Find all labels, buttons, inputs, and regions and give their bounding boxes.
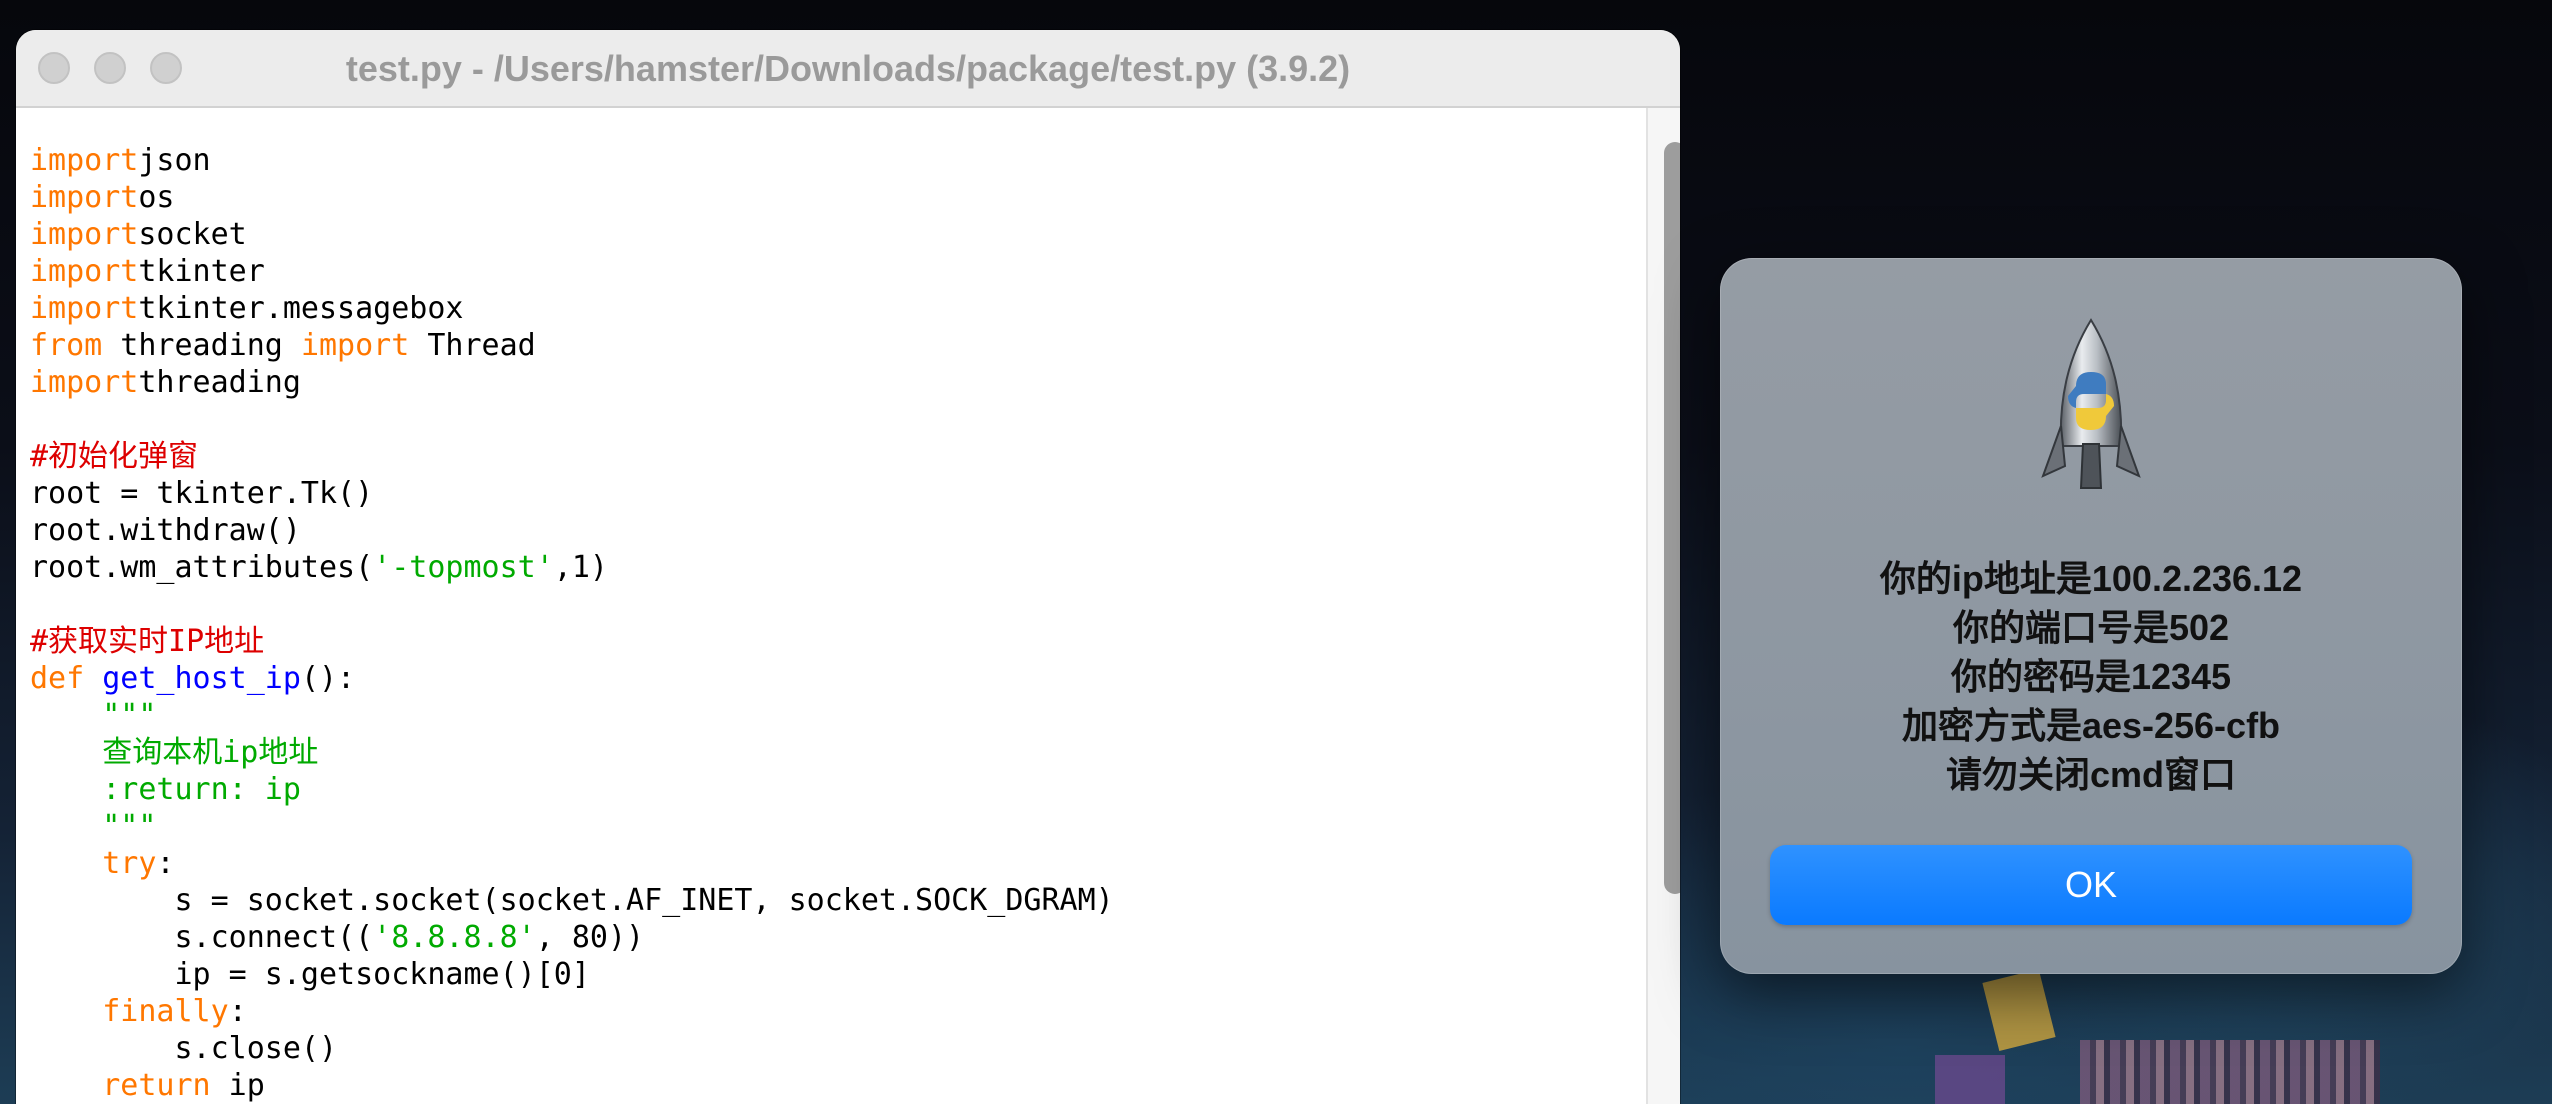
code-line: """: [30, 697, 1114, 734]
code-line: importos: [30, 179, 1114, 216]
code-token: root.wm_attributes(: [30, 550, 374, 585]
code-token: #获取实时IP地址: [30, 624, 265, 659]
code-line: importtkinter.messagebox: [30, 290, 1114, 327]
code-token: root = tkinter.Tk(): [30, 476, 374, 511]
code-editor-text-area[interactable]: importjson importos importsocket importtkin…: [16, 108, 1636, 1104]
alert-message: 你的ip地址是100.2.236.12 你的端口号是502 你的密码是12345…: [1740, 554, 2442, 799]
code-token: '-topmost': [373, 550, 554, 585]
message-line-ip: 你的ip地址是100.2.236.12: [1879, 558, 2303, 599]
code-token: def: [30, 661, 85, 696]
code-token: Thread: [409, 328, 536, 363]
code-token: #初始化弹窗: [30, 439, 199, 474]
code-token: import: [30, 180, 139, 215]
code-token: threading: [102, 328, 301, 363]
code-token: socket: [138, 217, 247, 252]
code-token: , 80)): [535, 920, 645, 955]
code-token: :return: ip: [102, 772, 301, 807]
code-line: s = socket.socket(socket.AF_INET, socket…: [30, 882, 1114, 919]
code-line: finally:: [30, 993, 1114, 1030]
code-line: try:: [30, 845, 1114, 882]
code-token: get_host_ip: [102, 661, 301, 696]
code-token: tkinter.messagebox: [138, 291, 464, 326]
code-token: root.withdraw(): [30, 513, 301, 548]
code-token: import: [30, 291, 139, 326]
idle-editor-window[interactable]: test.py - /Users/hamster/Downloads/packa…: [16, 30, 1680, 1104]
code-token: import: [30, 254, 139, 289]
code-token: threading: [138, 365, 301, 400]
code-token: import: [30, 143, 139, 178]
code-token: finally: [102, 994, 229, 1029]
code-line: def get_host_ip():: [30, 660, 1114, 697]
code-line: #初始化弹窗: [30, 438, 1114, 475]
code-line: root = tkinter.Tk(): [30, 475, 1114, 512]
code-line: s.close(): [30, 1030, 1114, 1067]
wallpaper-bookshelf: [2080, 1040, 2380, 1104]
code-line: importtkinter: [30, 253, 1114, 290]
code-token: :: [156, 846, 175, 881]
ok-button[interactable]: OK: [1770, 845, 2412, 925]
window-title: test.py - /Users/hamster/Downloads/packa…: [345, 48, 1351, 89]
code-token: s = socket.socket(socket.AF_INET, socket…: [30, 883, 1114, 918]
code-token: return: [102, 1068, 211, 1103]
code-token: ip = s.getsockname()[0]: [30, 957, 590, 992]
code-line: importjson: [30, 142, 1114, 179]
code-line: :return: ip: [30, 771, 1114, 808]
code-token: json: [138, 143, 211, 178]
code-token: ():: [300, 661, 356, 696]
python-launcher-rocket-icon: [2041, 318, 2141, 489]
code-token: os: [138, 180, 175, 215]
title-bar[interactable]: test.py - /Users/hamster/Downloads/packa…: [16, 30, 1680, 108]
alert-dialog: 你的ip地址是100.2.236.12 你的端口号是502 你的密码是12345…: [1720, 258, 2462, 974]
code-line: importthreading: [30, 364, 1114, 401]
code-line: importsocket: [30, 216, 1114, 253]
code-token: """: [102, 809, 157, 844]
code-token: tkinter: [138, 254, 265, 289]
code-token: from: [30, 328, 103, 363]
wallpaper-poster: [1935, 1055, 2005, 1104]
message-line-warning: 请勿关闭cmd窗口: [1945, 754, 2237, 795]
code-lines: importjson importos importsocket importtkin…: [30, 142, 1114, 1104]
code-token: 查询本机ip地址: [102, 735, 319, 770]
code-token: """: [102, 698, 157, 733]
code-token: '8.8.8.8': [373, 920, 536, 955]
code-line: return ip: [30, 1067, 1114, 1104]
code-token: import: [30, 217, 139, 252]
code-token: s.close(): [30, 1031, 338, 1066]
code-token: ip: [210, 1068, 265, 1103]
code-line: root.withdraw(): [30, 512, 1114, 549]
code-line: root.wm_attributes('-topmost',1): [30, 549, 1114, 586]
code-line: """: [30, 808, 1114, 845]
message-line-encryption: 加密方式是aes-256-cfb: [1901, 705, 2281, 746]
code-token: s.connect((: [30, 920, 374, 955]
code-token: try: [102, 846, 157, 881]
message-line-password: 你的密码是12345: [1950, 656, 2232, 697]
code-line: s.connect(('8.8.8.8', 80)): [30, 919, 1114, 956]
code-line: from threading import Thread: [30, 327, 1114, 364]
message-line-port: 你的端口号是502: [1952, 607, 2230, 648]
code-token: import: [30, 365, 139, 400]
code-line: 查询本机ip地址: [30, 734, 1114, 771]
code-token: import: [300, 328, 410, 363]
code-token: ,1): [553, 550, 608, 585]
wallpaper-sticky-note: [1982, 969, 2056, 1051]
code-line: ip = s.getsockname()[0]: [30, 956, 1114, 993]
code-line: #获取实时IP地址: [30, 623, 1114, 660]
vertical-scrollbar-thumb[interactable]: [1664, 142, 1680, 894]
code-token: :: [228, 994, 247, 1029]
